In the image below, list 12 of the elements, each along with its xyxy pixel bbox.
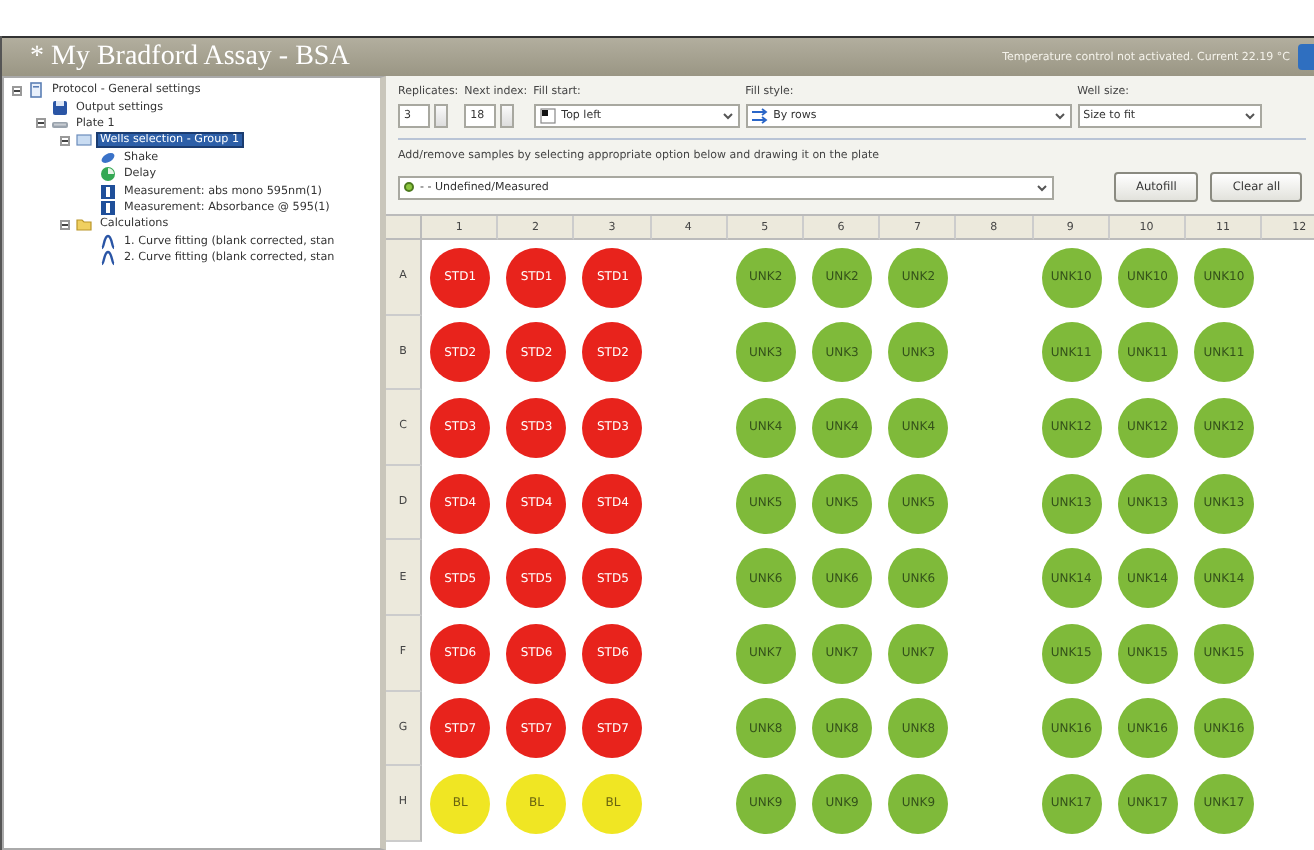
collapse-toggle[interactable] bbox=[60, 135, 70, 146]
collapse-toggle[interactable] bbox=[60, 219, 70, 230]
arrows-icon bbox=[751, 108, 768, 124]
clock-icon bbox=[100, 166, 116, 183]
window-title: * My Bradford Assay - BSA bbox=[28, 41, 352, 73]
collapse-toggle[interactable] bbox=[12, 85, 22, 96]
corner-icon bbox=[539, 108, 556, 124]
page-icon bbox=[28, 82, 44, 99]
shaker-icon bbox=[100, 149, 116, 166]
folder-icon bbox=[76, 216, 92, 233]
wells-icon bbox=[76, 132, 92, 149]
collapse-toggle[interactable] bbox=[36, 118, 46, 129]
